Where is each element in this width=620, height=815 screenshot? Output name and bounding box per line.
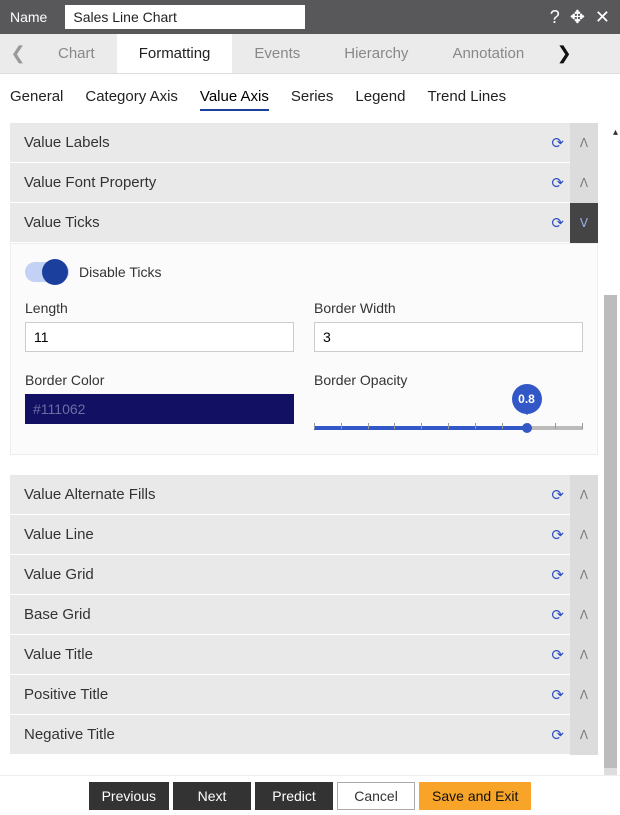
titlebar: Name ? ✥ ✕ — [0, 0, 620, 34]
chevron-up-icon: ᐱ — [580, 608, 588, 622]
section-title: Positive Title — [24, 686, 551, 703]
subtab-general[interactable]: General — [10, 88, 63, 111]
predict-button[interactable]: Predict — [255, 782, 333, 810]
tab-hierarchy[interactable]: Hierarchy — [322, 34, 430, 73]
tab-annotation[interactable]: Annotation — [430, 34, 546, 73]
section-title: Value Alternate Fills — [24, 486, 551, 503]
subtab-value-axis[interactable]: Value Axis — [200, 88, 269, 111]
collapse-toggle[interactable]: ᐱ — [570, 475, 598, 515]
collapse-toggle[interactable]: ᐯ — [570, 203, 598, 243]
border-color-swatch[interactable]: #111062 — [25, 394, 294, 424]
chevron-up-icon: ᐱ — [580, 488, 588, 502]
collapse-toggle[interactable]: ᐱ — [570, 635, 598, 675]
section-title: Value Ticks — [24, 214, 551, 231]
refresh-icon[interactable]: ⟳ — [551, 686, 564, 704]
value-ticks-panel: Disable Ticks Length Border Width Border… — [10, 243, 598, 455]
section-title: Base Grid — [24, 606, 551, 623]
section-title: Value Title — [24, 646, 551, 663]
border-width-label: Border Width — [314, 300, 583, 316]
section-title: Value Labels — [24, 134, 551, 151]
refresh-icon[interactable]: ⟳ — [551, 526, 564, 544]
section-base-grid[interactable]: Base Grid ⟳ ᐱ — [10, 595, 598, 635]
chevron-up-icon: ᐱ — [580, 176, 588, 190]
section-title: Value Font Property — [24, 174, 551, 191]
border-opacity-slider[interactable]: 0.8 — [314, 394, 583, 430]
cancel-button[interactable]: Cancel — [337, 782, 415, 810]
refresh-icon[interactable]: ⟳ — [551, 134, 564, 152]
subtab-category-axis[interactable]: Category Axis — [85, 88, 178, 111]
footer: Previous Next Predict Cancel Save and Ex… — [0, 775, 620, 815]
border-color-label: Border Color — [25, 372, 294, 388]
section-positive-title[interactable]: Positive Title ⟳ ᐱ — [10, 675, 598, 715]
refresh-icon[interactable]: ⟳ — [551, 174, 564, 192]
chevron-up-icon: ᐱ — [580, 688, 588, 702]
scroll-up-icon[interactable]: ▴ — [613, 127, 618, 138]
name-input[interactable] — [65, 5, 305, 29]
refresh-icon[interactable]: ⟳ — [551, 726, 564, 744]
section-value-labels[interactable]: Value Labels ⟳ ᐱ — [10, 123, 598, 163]
collapse-toggle[interactable]: ᐱ — [570, 123, 598, 163]
section-value-alternate-fills[interactable]: Value Alternate Fills ⟳ ᐱ — [10, 475, 598, 515]
chevron-up-icon: ᐱ — [580, 528, 588, 542]
section-title: Value Line — [24, 526, 551, 543]
collapse-toggle[interactable]: ᐱ — [570, 675, 598, 715]
refresh-icon[interactable]: ⟳ — [551, 646, 564, 664]
disable-ticks-toggle[interactable] — [25, 262, 69, 282]
tab-events[interactable]: Events — [232, 34, 322, 73]
previous-button[interactable]: Previous — [89, 782, 169, 810]
name-label: Name — [10, 9, 47, 25]
tabs-scroll-right[interactable]: ❯ — [546, 34, 582, 73]
sub-tabs: General Category Axis Value Axis Series … — [0, 74, 620, 123]
section-value-grid[interactable]: Value Grid ⟳ ᐱ — [10, 555, 598, 595]
section-value-font-property[interactable]: Value Font Property ⟳ ᐱ — [10, 163, 598, 203]
collapse-toggle[interactable]: ᐱ — [570, 163, 598, 203]
tab-chart[interactable]: Chart — [36, 34, 117, 73]
vertical-scrollbar[interactable] — [604, 295, 617, 775]
chevron-up-icon: ᐱ — [580, 728, 588, 742]
border-width-input[interactable] — [314, 322, 583, 352]
chevron-up-icon: ᐱ — [580, 136, 588, 150]
help-icon[interactable]: ? — [550, 8, 560, 26]
collapse-toggle[interactable]: ᐱ — [570, 715, 598, 755]
border-opacity-label: Border Opacity — [314, 372, 583, 388]
close-icon[interactable]: ✕ — [595, 8, 610, 26]
length-label: Length — [25, 300, 294, 316]
subtab-legend[interactable]: Legend — [355, 88, 405, 111]
chevron-up-icon: ᐱ — [580, 648, 588, 662]
tabs-scroll-left[interactable]: ❮ — [0, 34, 36, 73]
panels-container: ▴ Value Labels ⟳ ᐱ Value Font Property ⟳… — [0, 123, 620, 775]
collapse-toggle[interactable]: ᐱ — [570, 595, 598, 635]
collapse-toggle[interactable]: ᐱ — [570, 515, 598, 555]
disable-ticks-label: Disable Ticks — [79, 264, 161, 280]
chevron-down-icon: ᐯ — [580, 216, 588, 230]
section-title: Negative Title — [24, 726, 551, 743]
subtab-trend-lines[interactable]: Trend Lines — [427, 88, 506, 111]
section-value-title[interactable]: Value Title ⟳ ᐱ — [10, 635, 598, 675]
refresh-icon[interactable]: ⟳ — [551, 486, 564, 504]
save-and-exit-button[interactable]: Save and Exit — [419, 782, 531, 810]
collapse-toggle[interactable]: ᐱ — [570, 555, 598, 595]
next-button[interactable]: Next — [173, 782, 251, 810]
length-input[interactable] — [25, 322, 294, 352]
main-tabs: ❮ Chart Formatting Events Hierarchy Anno… — [0, 34, 620, 74]
section-value-ticks[interactable]: Value Ticks ⟳ ᐯ — [10, 203, 598, 243]
chevron-up-icon: ᐱ — [580, 568, 588, 582]
refresh-icon[interactable]: ⟳ — [551, 566, 564, 584]
subtab-series[interactable]: Series — [291, 88, 334, 111]
move-icon[interactable]: ✥ — [570, 8, 585, 26]
slider-thumb[interactable] — [522, 423, 532, 433]
refresh-icon[interactable]: ⟳ — [551, 606, 564, 624]
tab-formatting[interactable]: Formatting — [117, 34, 233, 73]
refresh-icon[interactable]: ⟳ — [551, 214, 564, 232]
section-negative-title[interactable]: Negative Title ⟳ ᐱ — [10, 715, 598, 755]
slider-tooltip: 0.8 — [512, 384, 542, 414]
scrollbar-thumb[interactable] — [604, 295, 617, 768]
section-value-line[interactable]: Value Line ⟳ ᐱ — [10, 515, 598, 555]
section-title: Value Grid — [24, 566, 551, 583]
